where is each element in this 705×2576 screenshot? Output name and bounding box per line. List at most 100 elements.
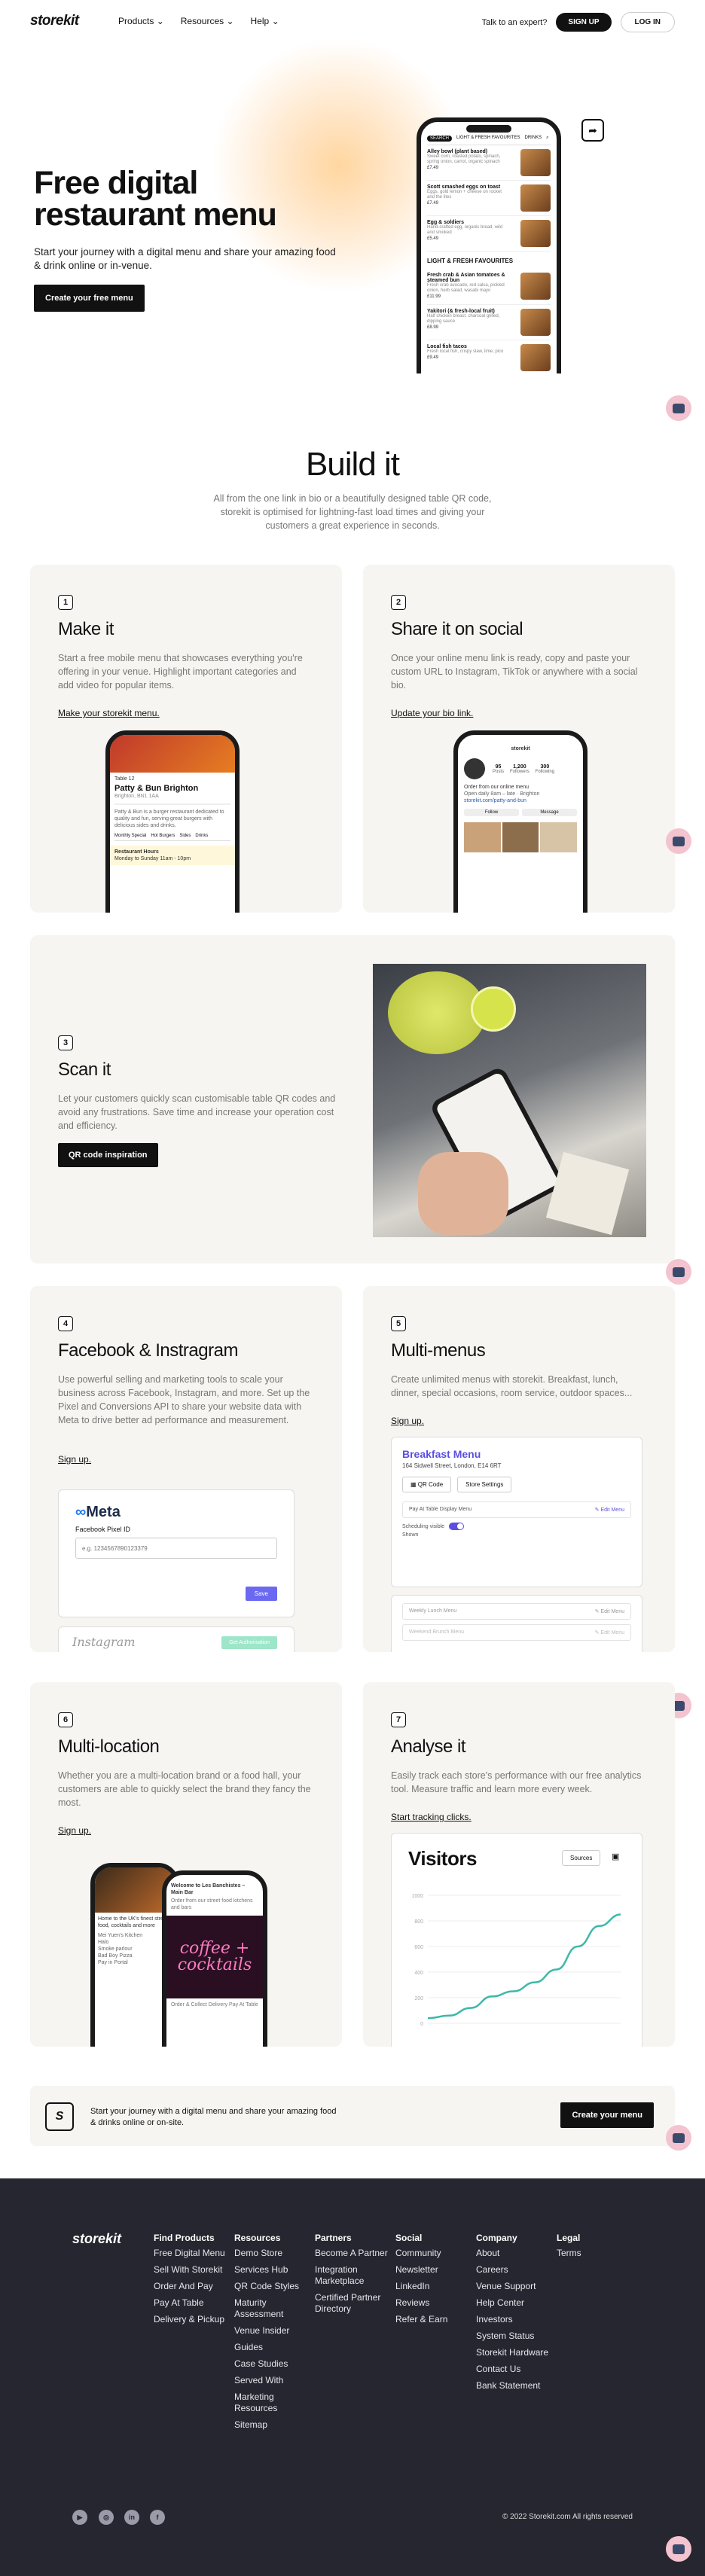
signup-link[interactable]: Sign up.	[391, 1416, 424, 1426]
linkedin-icon[interactable]: in	[124, 2510, 139, 2525]
card-text: Easily track each store's performance wi…	[391, 1770, 642, 1794]
footer-link[interactable]: Delivery & Pickup	[154, 2314, 229, 2325]
chevron-down-icon: ⌄	[156, 16, 164, 26]
create-free-menu-button[interactable]: Create your free menu	[34, 285, 145, 312]
footer-link[interactable]: Storekit Hardware	[476, 2347, 551, 2358]
talk-to-expert-link[interactable]: Talk to an expert?	[482, 18, 548, 27]
start-tracking-link[interactable]: Start tracking clicks.	[391, 1812, 472, 1822]
footer-link[interactable]: Newsletter	[395, 2264, 471, 2276]
profile-stat: 300 Following	[535, 764, 555, 774]
pixel-id-input[interactable]	[75, 1538, 277, 1559]
card-title: Share it on social	[391, 619, 523, 639]
chat-bubble-icon[interactable]	[666, 828, 691, 854]
footer-link[interactable]: Guides	[234, 2342, 310, 2353]
footer-link[interactable]: Case Studies	[234, 2358, 310, 2370]
footer-column-title: Resources	[234, 2233, 281, 2243]
footer-link[interactable]: Help Center	[476, 2297, 551, 2309]
tab-monthly-special[interactable]: Monthly Special	[114, 834, 146, 838]
login-button[interactable]: LOG IN	[620, 12, 675, 32]
share-arrow-icon[interactable]: ➦	[581, 119, 604, 142]
footer-link[interactable]: Marketing Resources	[234, 2392, 310, 2414]
youtube-icon[interactable]: ▶	[72, 2510, 87, 2525]
signup-button[interactable]: SIGN UP	[556, 13, 612, 32]
menu-address: 164 Sidwell Street, London, E14 6RT	[402, 1462, 502, 1469]
nav-products[interactable]: Products ⌄	[118, 16, 164, 26]
menu-item[interactable]: Alley bowl (plant based) Sweet corn, roas…	[427, 145, 551, 181]
menu-item[interactable]: Yakitori (& fresh-local fruit) Half chick…	[427, 305, 551, 340]
step-number: 6	[58, 1712, 73, 1727]
signup-link[interactable]: Sign up.	[58, 1454, 91, 1465]
footer-link[interactable]: Sell With Storekit	[154, 2264, 229, 2276]
edit-pencil-icon: ✎	[594, 1507, 600, 1513]
hero-title: Free digital restaurant menu	[34, 165, 277, 233]
menu-row[interactable]: Weekly Lunch Menu ✎ Edit Menu	[402, 1603, 631, 1620]
hours-note: Restaurant Hours Monday to Sunday 11am -…	[110, 846, 235, 865]
bio-link[interactable]: storekit.com/patty-and-bun	[464, 797, 577, 804]
footer-link[interactable]: Terms	[557, 2248, 632, 2259]
footer-link[interactable]: Venue Support	[476, 2281, 551, 2292]
footer-link[interactable]: Become A Partner	[315, 2248, 390, 2259]
menu-row[interactable]: Weekend Brunch Menu ✎ Edit Menu	[402, 1624, 631, 1641]
category-tabs: Monthly Special Hot Burgers Sides Drinks	[114, 834, 230, 841]
signup-link[interactable]: Sign up.	[58, 1825, 91, 1836]
instagram-icon[interactable]: ◎	[99, 2510, 114, 2525]
storekit-s-icon: S	[45, 2102, 74, 2131]
footer-link[interactable]: Refer & Earn	[395, 2314, 471, 2325]
footer-link[interactable]: Order And Pay	[154, 2281, 229, 2292]
update-bio-link[interactable]: Update your bio link.	[391, 708, 473, 718]
footer-link[interactable]: LinkedIn	[395, 2281, 471, 2292]
visibility-toggle[interactable]	[449, 1523, 465, 1530]
instagram-panel: Instagram Get Authorisation	[58, 1626, 295, 1652]
footer-link[interactable]: Sitemap	[234, 2419, 310, 2431]
menu-item[interactable]: Egg & soldiers Hand-crafted egg, organic …	[427, 216, 551, 252]
footer-link[interactable]: Careers	[476, 2264, 551, 2276]
footer-link[interactable]: Free Digital Menu	[154, 2248, 229, 2259]
nav-resources[interactable]: Resources ⌄	[181, 16, 234, 26]
footer-link[interactable]: Bank Statement	[476, 2380, 551, 2392]
search-icon[interactable]: ⌕	[546, 136, 548, 142]
footer-link[interactable]: Served With	[234, 2375, 310, 2386]
menu-item[interactable]: Scott smashed eggs on toast Eggs, gold le…	[427, 181, 551, 216]
get-authorisation-button[interactable]: Get Authorisation	[221, 1636, 277, 1649]
nav-help[interactable]: Help ⌄	[251, 16, 279, 26]
sources-dropdown[interactable]: Sources	[562, 1850, 601, 1866]
menu-item[interactable]: Local fish tacos Fresh local fish, crispy…	[427, 340, 551, 373]
footer-link[interactable]: Demo Store	[234, 2248, 310, 2259]
make-storekit-menu-link[interactable]: Make your storekit menu.	[58, 708, 160, 718]
footer-link[interactable]: Certified Partner Directory	[315, 2292, 390, 2315]
footer-link[interactable]: Pay At Table	[154, 2297, 229, 2309]
footer-link[interactable]: Services Hub	[234, 2264, 310, 2276]
store-settings-button[interactable]: Store Settings	[457, 1477, 512, 1492]
footer-link[interactable]: Maturity Assessment	[234, 2297, 310, 2320]
footer-link[interactable]: Contact Us	[476, 2364, 551, 2375]
tab-hot-burgers[interactable]: Hot Burgers	[151, 834, 175, 838]
tab-drinks[interactable]: Drinks	[195, 834, 208, 838]
chat-bubble-icon[interactable]	[666, 395, 691, 421]
footer-link[interactable]: QR Code Styles	[234, 2281, 310, 2292]
qr-code-inspiration-button[interactable]: QR code inspiration	[58, 1143, 158, 1167]
facebook-icon[interactable]: f	[150, 2510, 165, 2525]
chat-bubble-icon[interactable]	[666, 2125, 691, 2151]
tab-light-fresh[interactable]: LIGHT & FRESH FAVOURITES	[456, 136, 520, 142]
footer-link[interactable]: Community	[395, 2248, 471, 2259]
tab-sides[interactable]: Sides	[179, 834, 191, 838]
menu-item[interactable]: Fresh crab & Asian tomatoes & steamed bu…	[427, 269, 551, 305]
calendar-icon[interactable]: ▣	[612, 1852, 619, 1861]
menu-row[interactable]: Pay At Table Display Menu ✎ Edit Menu	[402, 1501, 631, 1518]
footer-link[interactable]: Investors	[476, 2314, 551, 2325]
footer-logo[interactable]: storekit	[72, 2231, 121, 2247]
create-menu-button[interactable]: Create your menu	[560, 2102, 654, 2128]
qr-code-button[interactable]: ▦ QR Code	[402, 1477, 452, 1492]
tab-drinks[interactable]: DRINKS	[524, 136, 542, 142]
footer-link[interactable]: Venue Insider	[234, 2325, 310, 2337]
chat-bubble-icon[interactable]	[666, 2536, 691, 2562]
footer-column: Company About Careers Venue Support Help Cen…	[476, 2230, 551, 2397]
footer-link[interactable]: System Status	[476, 2331, 551, 2342]
footer-link[interactable]: About	[476, 2248, 551, 2259]
save-button[interactable]: Save	[245, 1587, 277, 1601]
footer-link[interactable]: Integration Marketplace	[315, 2264, 390, 2287]
tab-search[interactable]: SEARCH	[427, 136, 453, 142]
storekit-logo[interactable]: storekit	[30, 13, 79, 29]
chat-bubble-icon[interactable]	[666, 1259, 691, 1285]
footer-link[interactable]: Reviews	[395, 2297, 471, 2309]
